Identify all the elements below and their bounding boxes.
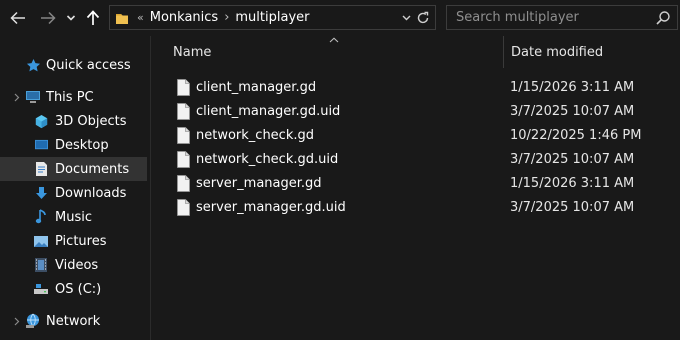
- chevron-down-icon: [402, 15, 410, 21]
- search-icon[interactable]: [655, 10, 671, 26]
- refresh-icon: [417, 11, 429, 24]
- file-date-modified: 3/7/2025 10:07 AM: [510, 152, 635, 167]
- file-name: client_manager.gd.uid: [196, 104, 341, 119]
- file-icon: [177, 103, 190, 120]
- cube-icon: [33, 113, 49, 129]
- recent-locations-button[interactable]: [64, 6, 78, 30]
- file-date-modified: 3/7/2025 10:07 AM: [510, 200, 635, 215]
- sidebar-item-label: OS (C:): [55, 281, 102, 297]
- arrow-up-icon: [86, 10, 100, 25]
- film-icon: [33, 257, 49, 273]
- arrow-right-icon: [41, 11, 56, 25]
- sidebar-item-label: Network: [46, 313, 101, 329]
- file-row[interactable]: network_check.gd.uid 3/7/2025 10:07 AM: [169, 148, 680, 172]
- file-icon: [177, 151, 190, 168]
- file-name: server_manager.gd.uid: [196, 200, 346, 215]
- computer-icon: [25, 89, 41, 105]
- download-icon: [33, 185, 49, 201]
- sidebar-item-videos[interactable]: Videos: [0, 253, 147, 277]
- breadcrumb-separator[interactable]: ›: [224, 10, 229, 25]
- navigation-pane: Quick access This PC 3D Objects Desktop …: [0, 36, 150, 340]
- file-icon: [177, 199, 190, 216]
- expand-caret-icon[interactable]: [13, 89, 21, 105]
- sidebar-item-network[interactable]: Network: [0, 309, 147, 333]
- drive-icon: [33, 281, 49, 297]
- back-button[interactable]: [6, 6, 30, 30]
- refresh-button[interactable]: [414, 9, 432, 27]
- sidebar-item-this-pc[interactable]: This PC: [0, 85, 147, 109]
- sidebar-item-downloads[interactable]: Downloads: [0, 181, 147, 205]
- file-icon: [177, 79, 190, 96]
- file-row[interactable]: client_manager.gd.uid 3/7/2025 10:07 AM: [169, 100, 680, 124]
- search-box[interactable]: [446, 5, 678, 30]
- sidebar-item-label: 3D Objects: [55, 113, 127, 129]
- column-resize-handle[interactable]: [503, 36, 504, 68]
- address-dropdown-button[interactable]: [399, 10, 413, 26]
- file-date-modified: 10/22/2025 1:46 PM: [510, 128, 642, 143]
- file-name: network_check.gd.uid: [196, 152, 339, 167]
- breadcrumb-multiplayer[interactable]: multiplayer: [235, 10, 309, 25]
- address-bar[interactable]: « Monkanics › multiplayer: [109, 5, 436, 30]
- column-header-name[interactable]: Name: [173, 36, 211, 68]
- sidebar-item-quick-access[interactable]: Quick access: [0, 53, 147, 77]
- network-icon: [25, 313, 41, 329]
- forward-button[interactable]: [36, 6, 60, 30]
- file-row[interactable]: client_manager.gd 1/15/2026 3:11 AM: [169, 76, 680, 100]
- folder-icon: [116, 13, 128, 24]
- sidebar-item-desktop[interactable]: Desktop: [0, 133, 147, 157]
- sidebar-item-music[interactable]: Music: [0, 205, 147, 229]
- desktop-icon: [33, 137, 49, 153]
- file-name: network_check.gd: [196, 128, 314, 143]
- file-name: server_manager.gd: [196, 176, 322, 191]
- search-input[interactable]: [447, 6, 647, 29]
- file-date-modified: 1/15/2026 3:11 AM: [510, 176, 635, 191]
- sidebar-item-label: Downloads: [55, 185, 127, 201]
- arrow-left-icon: [10, 11, 25, 25]
- chevron-down-icon: [66, 15, 76, 21]
- overflow-crumb[interactable]: «: [137, 11, 144, 24]
- sidebar-item-label: Documents: [55, 161, 130, 177]
- file-name: client_manager.gd: [196, 80, 317, 95]
- sidebar-item-label: Music: [55, 209, 92, 225]
- expand-caret-icon[interactable]: [13, 313, 21, 329]
- sidebar-item-3d-objects[interactable]: 3D Objects: [0, 109, 147, 133]
- toolbar: « Monkanics › multiplayer: [0, 0, 680, 36]
- file-row[interactable]: network_check.gd 10/22/2025 1:46 PM: [169, 124, 680, 148]
- file-list: Name Date modified client_manager.gd 1/1…: [151, 36, 680, 340]
- sidebar-item-label: This PC: [46, 89, 94, 105]
- file-row[interactable]: server_manager.gd 1/15/2026 3:11 AM: [169, 172, 680, 196]
- file-date-modified: 3/7/2025 10:07 AM: [510, 104, 635, 119]
- music-note-icon: [33, 209, 49, 225]
- document-icon: [33, 161, 49, 177]
- sidebar-item-os-c[interactable]: OS (C:): [0, 277, 147, 301]
- sidebar-item-pictures[interactable]: Pictures: [0, 229, 147, 253]
- sidebar-item-label: Pictures: [55, 233, 107, 249]
- breadcrumb-monkanics[interactable]: Monkanics: [150, 10, 218, 25]
- star-icon: [25, 57, 41, 73]
- sidebar-item-label: Videos: [55, 257, 99, 273]
- file-icon: [177, 127, 190, 144]
- file-icon: [177, 175, 190, 192]
- sidebar-item-label: Quick access: [46, 57, 131, 73]
- sidebar-item-documents[interactable]: Documents: [0, 157, 147, 181]
- up-button[interactable]: [82, 6, 104, 30]
- picture-icon: [33, 233, 49, 249]
- file-row[interactable]: server_manager.gd.uid 3/7/2025 10:07 AM: [169, 196, 680, 220]
- sidebar-item-label: Desktop: [55, 137, 109, 153]
- sort-ascending-icon: [327, 35, 341, 45]
- column-header-date-modified[interactable]: Date modified: [511, 36, 603, 68]
- file-date-modified: 1/15/2026 3:11 AM: [510, 80, 635, 95]
